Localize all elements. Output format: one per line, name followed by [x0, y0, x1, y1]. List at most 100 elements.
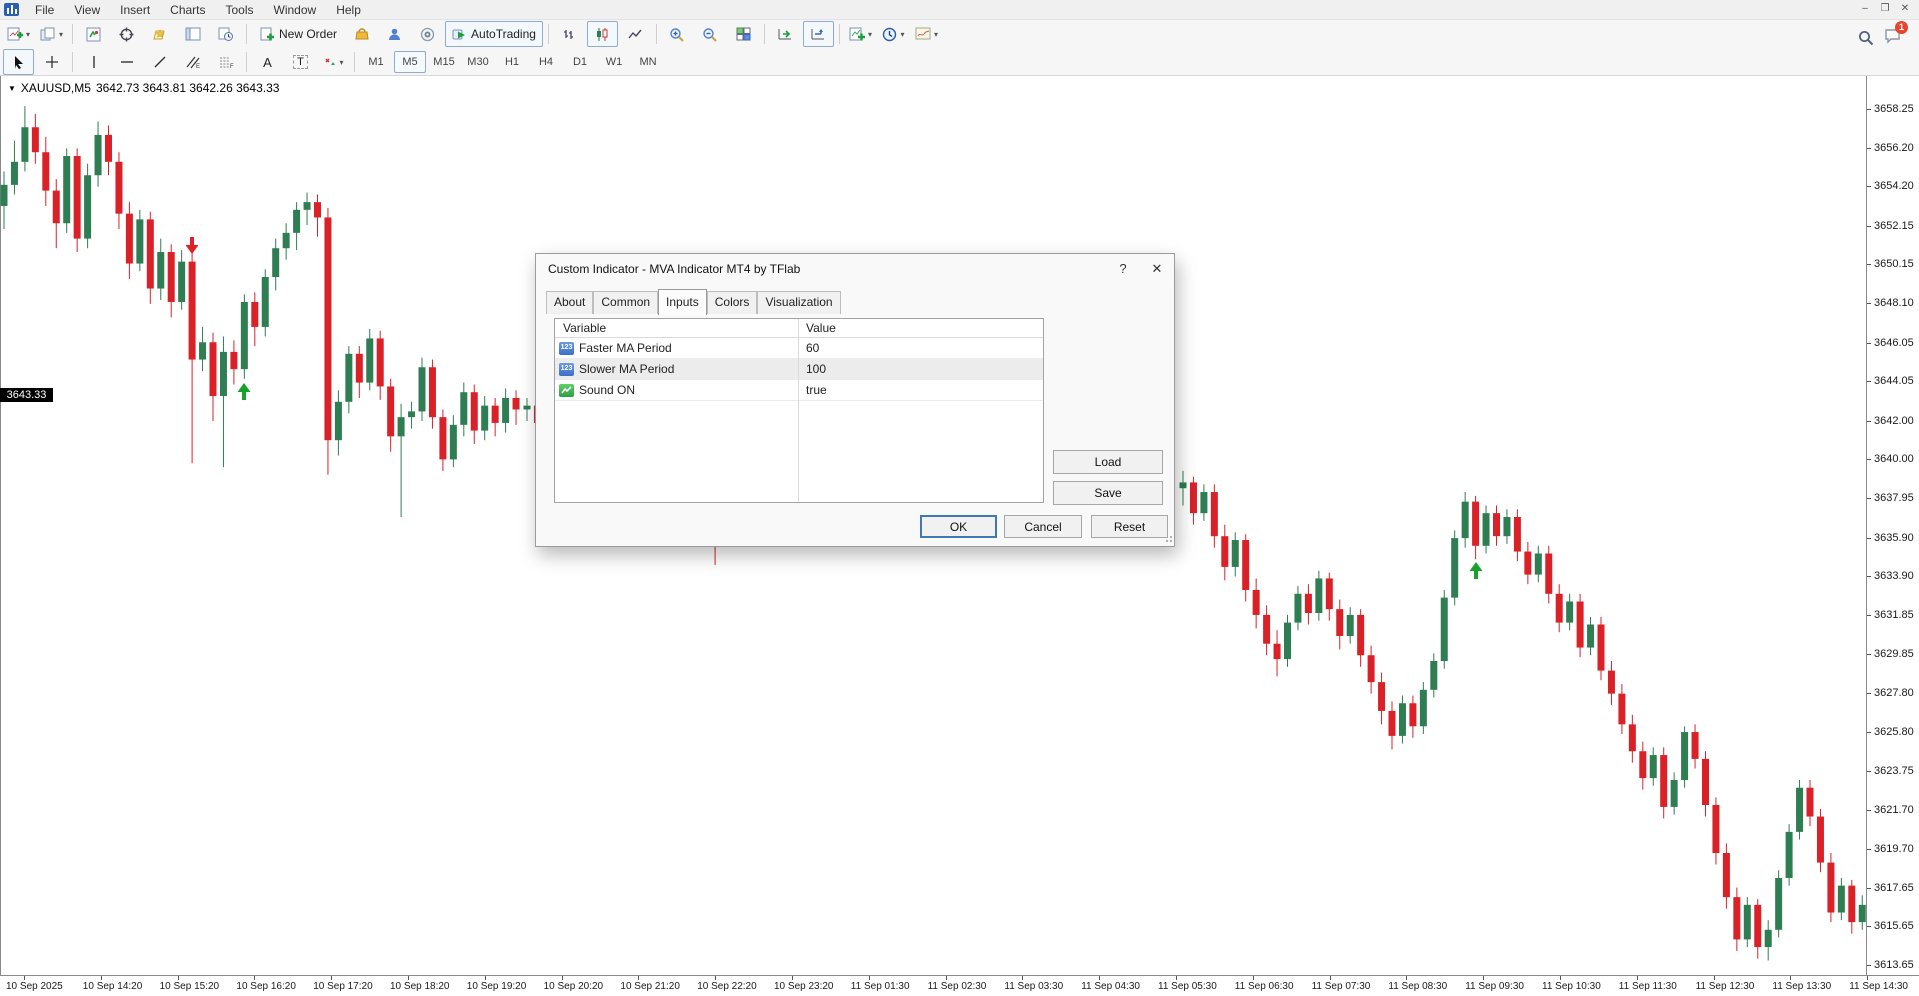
close-button[interactable]: ✕ [1895, 2, 1915, 17]
text-tool-button[interactable]: A [252, 49, 283, 75]
vertical-line-tool-button[interactable] [78, 49, 109, 75]
reset-button[interactable]: Reset [1091, 515, 1168, 538]
strategy-tester-button[interactable] [210, 21, 241, 47]
market-watch-button[interactable] [78, 21, 109, 47]
menu-item-insert[interactable]: Insert [110, 2, 160, 18]
dialog-title: Custom Indicator - MVA Indicator MT4 by … [548, 262, 800, 276]
periods-button[interactable]: ▾ [878, 21, 909, 47]
load-button[interactable]: Load [1053, 450, 1163, 474]
column-header-value[interactable]: Value [798, 319, 836, 337]
cursor-tool-button[interactable] [3, 49, 34, 75]
autotrading-button[interactable]: AutoTrading [445, 21, 543, 47]
zoom-in-button[interactable] [662, 21, 693, 47]
table-row[interactable]: 123Slower MA Period100 [555, 359, 1043, 380]
tab-common[interactable]: Common [593, 291, 658, 314]
expand-triangle-icon[interactable]: ▼ [8, 84, 16, 93]
time-tick: 11 Sep 05:30 [1158, 981, 1217, 992]
parameters-table[interactable]: Variable Value 123Faster MA Period60123S… [554, 318, 1044, 503]
data-window-button[interactable] [111, 21, 142, 47]
menu-item-help[interactable]: Help [326, 2, 371, 18]
arrows-tool-button[interactable]: ▾ [318, 49, 349, 75]
horizontal-line-tool-button[interactable] [111, 49, 142, 75]
price-tick: 3619.70 [1874, 843, 1914, 855]
timeframe-m15[interactable]: M15 [428, 51, 460, 73]
menu-item-charts[interactable]: Charts [160, 2, 215, 18]
templates-button[interactable]: ▾ [911, 21, 942, 47]
time-axis[interactable]: 10 Sep 202510 Sep 14:2010 Sep 15:2010 Se… [0, 975, 1919, 996]
menu-item-tools[interactable]: Tools [216, 2, 264, 18]
time-tick: 10 Sep 22:20 [697, 981, 757, 992]
time-tick: 10 Sep 16:20 [236, 981, 296, 992]
news-button[interactable] [412, 21, 443, 47]
time-tick: 10 Sep 14:20 [83, 981, 143, 992]
tab-colors[interactable]: Colors [707, 291, 758, 314]
auto-scroll-button[interactable] [770, 21, 801, 47]
ok-button[interactable]: OK [920, 515, 997, 538]
parameter-value[interactable]: 60 [798, 338, 819, 358]
resize-grip-icon[interactable] [1164, 536, 1172, 544]
new-chart-button[interactable]: ▾ [3, 21, 34, 47]
time-tick: 11 Sep 03:30 [1004, 981, 1063, 992]
timeframe-m5[interactable]: M5 [394, 51, 426, 73]
dialog-help-button[interactable]: ? [1106, 255, 1140, 283]
bar-chart-button[interactable] [554, 21, 585, 47]
menu-item-window[interactable]: Window [264, 2, 327, 18]
trendline-tool-button[interactable] [144, 49, 175, 75]
timeframe-h1[interactable]: H1 [496, 51, 528, 73]
fibonacci-tool-button[interactable]: F [210, 49, 241, 75]
menu-item-view[interactable]: View [64, 2, 110, 18]
menu-item-file[interactable]: File [25, 2, 64, 18]
new-order-button[interactable]: New Order [252, 21, 344, 47]
tab-inputs[interactable]: Inputs [658, 289, 707, 315]
indicators-button[interactable]: ▾ [845, 21, 876, 47]
current-price-tag: 3643.33 [0, 388, 53, 402]
tile-windows-button[interactable] [728, 21, 759, 47]
text-label-tool-button[interactable]: T [285, 49, 316, 75]
profiles-button[interactable]: ▾ [36, 21, 67, 47]
minimize-button[interactable]: – [1855, 2, 1875, 17]
dialog-titlebar[interactable]: Custom Indicator - MVA Indicator MT4 by … [536, 254, 1174, 284]
channel-tool-button[interactable]: E [177, 49, 208, 75]
toolbar-separator [246, 52, 247, 72]
crosshair-tool-button[interactable] [36, 49, 67, 75]
search-icon[interactable] [1858, 30, 1874, 46]
parameter-value[interactable]: true [798, 380, 827, 400]
terminal-button[interactable] [177, 21, 208, 47]
timeframe-h4[interactable]: H4 [530, 51, 562, 73]
table-row[interactable]: Sound ONtrue [555, 380, 1043, 401]
chat-icon[interactable]: 1 [1884, 28, 1901, 47]
price-axis[interactable]: 3658.253656.203654.203652.153650.153648.… [1866, 75, 1919, 975]
tab-visualization[interactable]: Visualization [757, 291, 840, 314]
restore-button[interactable]: ❐ [1875, 2, 1895, 17]
table-row[interactable]: 123Faster MA Period60 [555, 338, 1043, 359]
price-tick: 3621.70 [1874, 804, 1914, 816]
timeframe-mn[interactable]: MN [632, 51, 664, 73]
chart-shift-button[interactable] [803, 21, 834, 47]
price-tick: 3646.05 [1874, 337, 1914, 349]
navigator-button[interactable] [144, 21, 175, 47]
price-tick: 3635.90 [1874, 532, 1914, 544]
price-tick: 3642.00 [1874, 415, 1914, 427]
zoom-out-button[interactable] [695, 21, 726, 47]
price-tick: 3623.75 [1874, 765, 1914, 777]
chevron-down-icon: ▾ [900, 30, 904, 39]
dialog-close-button[interactable]: ✕ [1140, 255, 1174, 283]
timeframe-m1[interactable]: M1 [360, 51, 392, 73]
column-divider[interactable] [798, 319, 799, 502]
community-button[interactable] [379, 21, 410, 47]
timeframe-w1[interactable]: W1 [598, 51, 630, 73]
custom-indicator-dialog[interactable]: Custom Indicator - MVA Indicator MT4 by … [535, 253, 1175, 547]
price-tick: 3627.80 [1874, 687, 1914, 699]
line-chart-button[interactable] [620, 21, 651, 47]
parameter-label: Slower MA Period [579, 359, 674, 379]
timeframe-m30[interactable]: M30 [462, 51, 494, 73]
save-button[interactable]: Save [1053, 481, 1163, 505]
candlestick-chart-button[interactable] [587, 21, 618, 47]
cancel-button[interactable]: Cancel [1004, 515, 1082, 538]
parameter-value[interactable]: 100 [798, 359, 826, 379]
column-header-variable[interactable]: Variable [555, 319, 798, 337]
tab-about[interactable]: About [546, 291, 593, 314]
deposit-button[interactable] [346, 21, 377, 47]
time-tick: 11 Sep 09:30 [1465, 981, 1524, 992]
timeframe-d1[interactable]: D1 [564, 51, 596, 73]
